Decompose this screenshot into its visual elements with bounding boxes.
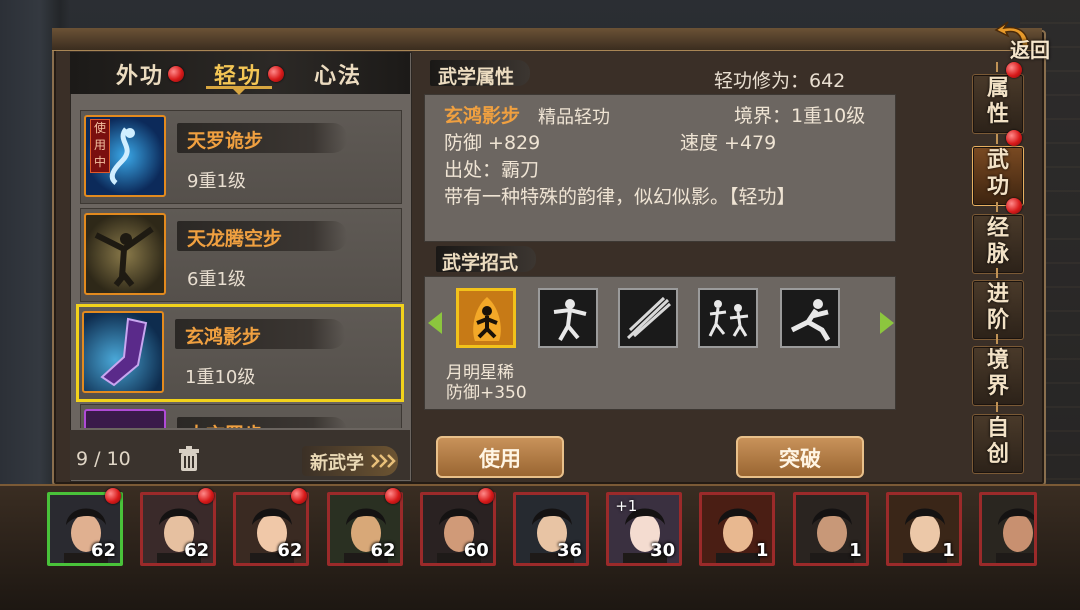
hero-portrait[interactable]: 1 [792,492,869,566]
kick-figure-icon [790,299,831,342]
boot-icon [100,317,148,387]
side-tab-label: 经脉 [986,216,1009,267]
move-slot-3[interactable] [618,288,678,348]
moves-next-arrow[interactable] [880,312,894,334]
trash-icon[interactable] [174,444,204,474]
dash-figure-icon [553,299,587,341]
skill-level: 6重1级 [187,269,246,290]
hero-level: 30 [650,540,676,561]
side-tab-realm[interactable]: 境界 [970,334,1026,406]
figure-icon [94,226,154,287]
tab-hanger [996,268,998,278]
side-tab-label: 属性 [986,76,1009,127]
return-label: 返回 [1010,38,1050,62]
skill-realm: 境界：1重10级 [734,105,866,127]
tab-external[interactable]: 外功 [116,58,164,90]
skill-level: 9重1级 [187,171,246,192]
hero-level: 62 [370,540,396,561]
skill-level: 1重10级 [185,367,256,388]
move-slot-2[interactable] [538,288,598,348]
side-tab-attributes[interactable]: 属性 [970,62,1026,134]
skill-source: 出处：霸刀 [444,159,540,181]
hero-portrait[interactable] [979,492,1037,566]
hero-level: 62 [184,540,210,561]
tab-hanger [996,134,998,144]
tab-active-caret [232,88,246,95]
hero-badge [105,488,121,504]
side-tab-martial[interactable]: 武功 [970,134,1026,206]
hero-portrait[interactable]: 1 [885,492,962,566]
side-tab-martial-badge [1006,130,1022,146]
side-tab-meridians[interactable]: 经脉 [970,202,1026,274]
tab-external-badge [168,66,184,82]
tab-hanger [996,402,998,412]
skill-name: 太玄罡步 [187,420,263,428]
move-slot-4[interactable] [698,288,758,348]
tab-hanger [996,62,998,72]
selected-skill-name: 玄鸿影步 [444,105,521,127]
speed-stat: 速度 +479 [680,132,777,154]
skill-icon: 使用中 [84,115,166,197]
hero-level: 1 [849,540,862,561]
hero-level: 62 [277,540,303,561]
breakthrough-button[interactable]: 突破 [736,436,864,478]
hero-badge [477,488,494,504]
skill-name: 天罗诡步 [187,130,264,152]
moves-prev-arrow[interactable] [428,312,442,334]
moves-title: 武学招式 [442,252,519,274]
skill-list[interactable]: 使用中 天罗诡步 9重1级 天龙腾空步 6重1级 玄鸿影步 1重10级 太玄罡步 [76,106,406,428]
hero-level: 1 [942,540,955,561]
hero-bonus-tag: +1 [615,497,638,515]
cultivation-value: 轻功修为：642 [714,70,846,92]
chevrons-right-icon [371,454,396,468]
hero-level: 1 [755,540,769,561]
move-bonus: 防御+350 [446,383,527,403]
skill-card-xuanhong[interactable]: 玄鸿影步 1重10级 [76,304,404,402]
defense-stat: 防御 +829 [444,132,541,154]
skill-icon [84,409,166,428]
side-tab-label: 境界 [986,348,1009,399]
side-tab-create[interactable]: 自创 [970,402,1026,474]
attributes-title: 武学属性 [438,66,515,88]
hero-portrait[interactable]: 1 [699,492,776,566]
hero-portrait[interactable]: +1 30 [606,492,683,566]
skill-grade: 精品轻功 [538,107,610,128]
side-tab-label: 自创 [986,416,1009,467]
hero-level: 62 [90,540,116,561]
skill-description: 带有一种特殊的韵律，似幻似影。【轻功】 [444,186,796,208]
spear-icon [626,296,671,340]
duel-figures-icon [708,300,749,337]
use-button[interactable]: 使用 [436,436,564,478]
side-tab-meridians-badge [1006,198,1022,214]
hero-level: 36 [556,540,582,561]
side-tab-label: 武功 [986,148,1009,199]
hero-level: 60 [463,540,489,561]
frame-top-beam [52,28,1042,51]
skill-name: 玄鸿影步 [185,326,262,348]
tab-hanger [996,334,998,344]
hero-badge [384,488,401,504]
skill-icon [82,311,164,393]
new-skill-button[interactable]: 新武学 [302,446,398,476]
side-tab-label: 进阶 [986,282,1009,333]
skill-card-partial[interactable]: 太玄罡步 [80,404,402,428]
side-tab-advance[interactable]: 进阶 [970,268,1026,340]
return-button[interactable]: 返回 [994,20,1066,66]
move-slot-1[interactable] [456,288,516,348]
hero-face-icon [982,495,1034,563]
skill-card-tianluo[interactable]: 使用中 天罗诡步 9重1级 [80,110,402,204]
skill-icon [84,213,166,295]
skill-name: 天龙腾空步 [187,228,283,250]
in-use-tag: 使用中 [90,119,110,173]
tab-lightness-badge [268,66,284,82]
skill-card-tianlong[interactable]: 天龙腾空步 6重1级 [80,208,402,302]
new-skill-label: 新武学 [310,453,364,474]
skill-count: 9 / 10 [76,448,131,470]
side-tab-attributes-badge [1006,62,1022,78]
meditation-figure-icon [473,297,501,341]
tab-hanger [996,202,998,212]
tab-inner[interactable]: 心法 [314,58,362,90]
hero-portrait[interactable]: 36 [513,492,589,566]
move-slot-5[interactable] [780,288,840,348]
